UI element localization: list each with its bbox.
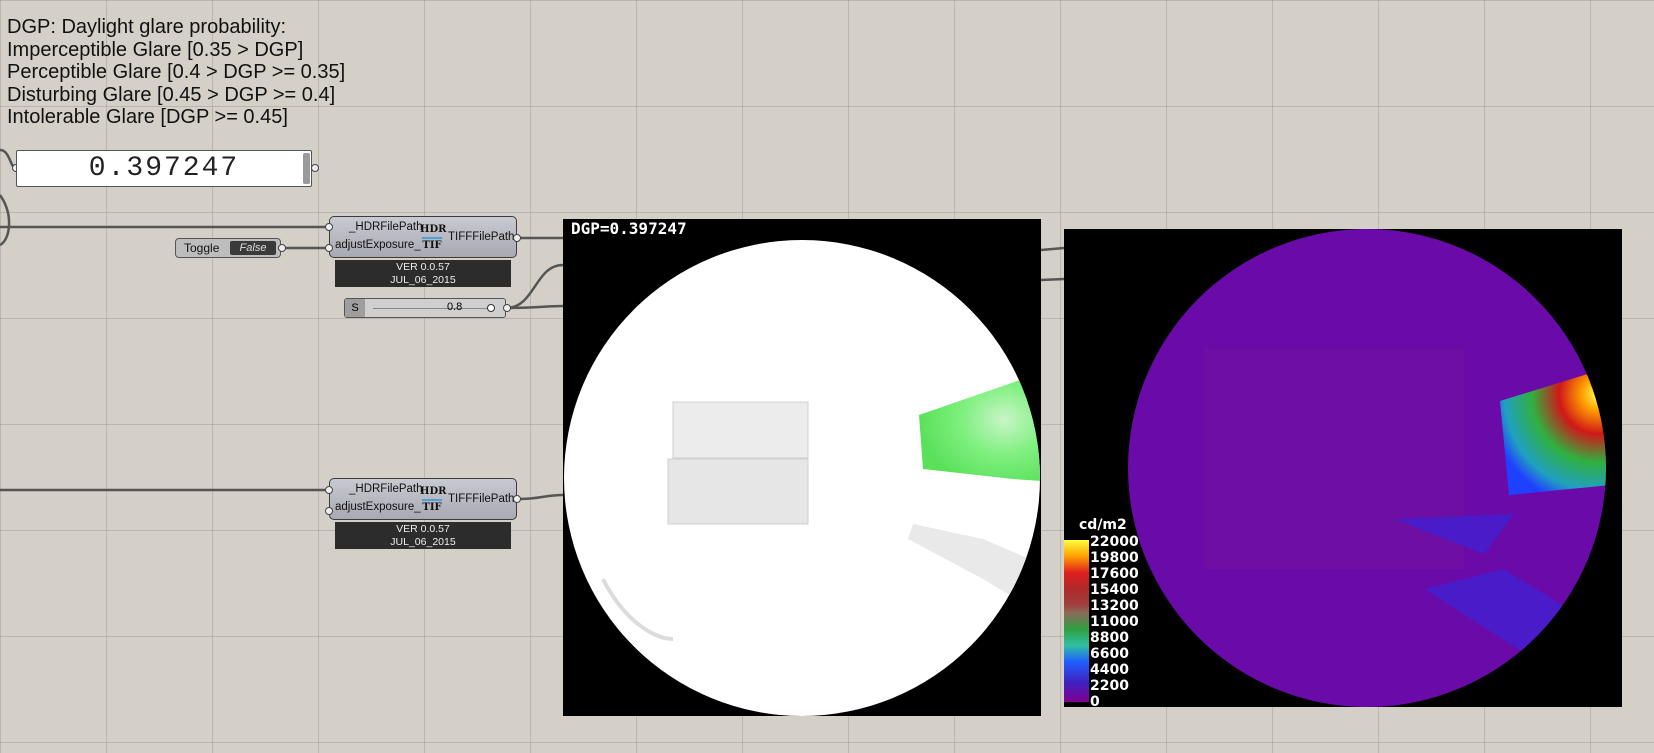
- legend-tick: 19800: [1090, 550, 1139, 566]
- dgp-value-panel[interactable]: 0.397247: [16, 150, 312, 187]
- wire-img-2: [1040, 277, 1065, 282]
- note-line: Intolerable Glare [DGP >= 0.45]: [7, 106, 288, 128]
- component1-port-in1[interactable]: [325, 223, 333, 231]
- toggle-value[interactable]: False: [230, 241, 276, 255]
- dgp-overlay-text: DGP=0.397247: [571, 219, 687, 238]
- wire-panel-loop: [0, 194, 11, 247]
- date-text: JUL_06_2015: [390, 536, 456, 548]
- dgp-legend-note: DGP: Daylight glare probability: Imperce…: [7, 16, 345, 129]
- legend-tick: 15400: [1090, 582, 1139, 598]
- date-text: JUL_06_2015: [390, 274, 456, 286]
- legend-tick: 8800: [1090, 630, 1129, 646]
- component2-port-out[interactable]: [513, 495, 521, 503]
- input-hdrfilepath[interactable]: _HDRFilePath: [349, 483, 423, 495]
- falsecolor-render: [1128, 229, 1606, 707]
- wire-img-1: [1040, 246, 1065, 252]
- note-line: Perceptible Glare [0.4 > DGP >= 0.35]: [7, 61, 346, 83]
- room-wall: [1204, 349, 1464, 569]
- input-hdrfilepath[interactable]: _HDRFilePath: [349, 221, 423, 233]
- legend-tick: 17600: [1090, 566, 1139, 582]
- shelf-top: [672, 401, 809, 459]
- number-slider[interactable]: S 0.8: [344, 298, 506, 318]
- legend-tick: 4400: [1090, 662, 1129, 678]
- legend-tick: 22000: [1090, 534, 1139, 550]
- output-tifffilepath[interactable]: TIFFFilePath: [448, 231, 514, 243]
- legend-ticks: 22000 19800 17600 15400 13200 11000 8800…: [1090, 534, 1139, 707]
- note-line: Imperceptible Glare [0.35 > DGP]: [7, 38, 304, 61]
- fisheye-render-image: DGP=0.397247: [563, 219, 1041, 716]
- shelf-bottom: [667, 458, 809, 525]
- legend-tick: 11000: [1090, 614, 1139, 630]
- legend-tick: 2200: [1090, 678, 1129, 694]
- hdr-to-tif-component-2[interactable]: _HDRFilePath adjustExposure_ HDR TIF TIF…: [329, 478, 517, 520]
- legend-tick: 6600: [1090, 646, 1129, 662]
- slider-track[interactable]: [373, 308, 495, 309]
- legend-unit: cd/m2: [1079, 517, 1127, 533]
- version-text: VER 0.0.57: [396, 523, 450, 535]
- legend-tick: 0: [1090, 694, 1100, 707]
- toggle-label: Toggle: [184, 241, 220, 255]
- component1-port-in2[interactable]: [325, 244, 333, 252]
- slider-value: 0.8: [447, 301, 463, 313]
- slider-knob[interactable]: [487, 304, 495, 312]
- slider-label: S: [345, 299, 365, 317]
- fisheye-render: [564, 240, 1040, 716]
- input-adjustexposure[interactable]: adjustExposure_: [335, 501, 421, 513]
- boolean-toggle[interactable]: Toggle False: [175, 238, 281, 258]
- panel-resize-grip[interactable]: [303, 153, 310, 184]
- component2-port-in2[interactable]: [325, 507, 333, 515]
- input-adjustexposure[interactable]: adjustExposure_: [335, 239, 421, 251]
- toggle-output-port[interactable]: [278, 244, 286, 252]
- legend-color-bar: [1064, 540, 1089, 702]
- component2-version-label: VER 0.0.57 JUL_06_2015: [335, 522, 511, 549]
- hdr-to-tif-component-1[interactable]: _HDRFilePath adjustExposure_ HDR TIF TIF…: [329, 216, 517, 258]
- falsecolor-render-image: cd/m2 22000 19800 17600 15400 13200 1100…: [1064, 229, 1622, 707]
- panel-value: 0.397247: [88, 153, 240, 184]
- component1-port-out[interactable]: [513, 234, 521, 242]
- component1-version-label: VER 0.0.57 JUL_06_2015: [335, 260, 511, 287]
- note-line: DGP: Daylight glare probability:: [7, 16, 287, 38]
- hdr-tif-icon: HDR TIF: [420, 486, 447, 513]
- legend-tick: 13200: [1090, 598, 1139, 614]
- wire-slider-out: [505, 263, 564, 310]
- panel-output-port[interactable]: [311, 164, 319, 172]
- version-text: VER 0.0.57: [396, 261, 450, 273]
- note-line: Disturbing Glare [0.45 > DGP >= 0.4]: [7, 83, 336, 106]
- slider-output-port[interactable]: [503, 304, 511, 312]
- component2-port-in1[interactable]: [325, 486, 333, 494]
- hdr-tif-icon: HDR TIF: [420, 224, 447, 251]
- wire-out-2: [517, 493, 564, 501]
- output-tifffilepath[interactable]: TIFFFilePath: [448, 493, 514, 505]
